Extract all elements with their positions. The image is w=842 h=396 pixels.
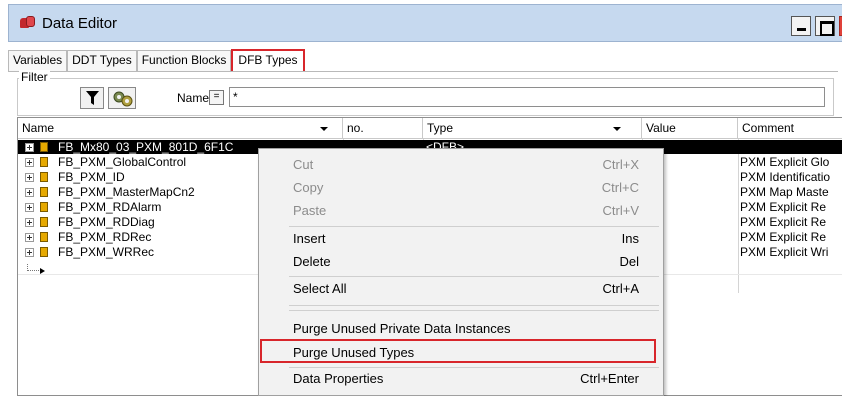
menu-item-label: Purge Unused Private Data Instances [293, 321, 511, 336]
menu-item-shortcut: Ctrl+Enter [580, 371, 639, 386]
tab-bar: Variables DDT Types Function Blocks DFB … [8, 49, 305, 71]
menu-item-label: Paste [293, 203, 327, 218]
sort-arrow-icon [613, 127, 621, 131]
column-comment-label: Comment [742, 121, 795, 135]
grid-header: Name no. Type Value Comment [18, 118, 842, 139]
expand-icon[interactable] [25, 143, 34, 152]
function-block-icon [38, 232, 50, 242]
function-block-icon [38, 172, 50, 182]
name-filter-input[interactable] [229, 87, 825, 107]
menu-item-delete[interactable]: Delete Del [259, 250, 665, 274]
gears-icon [113, 91, 133, 107]
expand-icon[interactable] [25, 233, 34, 242]
function-block-icon [38, 217, 50, 227]
highlight-box [260, 339, 656, 363]
row-name: FB_PXM_RDAlarm [58, 200, 162, 214]
menu-item-shortcut: Ctrl+X [602, 157, 639, 172]
function-block-icon [38, 202, 50, 212]
expand-icon[interactable] [25, 188, 34, 197]
filter-label: Filter [19, 70, 50, 84]
tab-dfb-types[interactable]: DFB Types [231, 49, 305, 71]
column-header-type[interactable]: Type [423, 118, 642, 139]
row-comment: PXM Explicit Re [740, 215, 827, 229]
menu-item-data-properties[interactable]: Data Properties Ctrl+Enter [259, 367, 665, 391]
app-icon [20, 16, 36, 30]
menu-item-label: Delete [293, 254, 331, 269]
menu-separator [289, 305, 659, 306]
tab-variables[interactable]: Variables [8, 50, 68, 71]
menu-item-shortcut: Ctrl+V [602, 203, 639, 218]
row-comment: PXM Explicit Glo [740, 155, 830, 169]
menu-item-label: Insert [293, 231, 326, 246]
name-filter-label: Name [177, 91, 210, 105]
row-comment: PXM Explicit Re [740, 230, 827, 244]
row-comment: PXM Map Maste [740, 185, 829, 199]
menu-item-shortcut: Ctrl+A [602, 281, 639, 296]
row-name: FB_PXM_ID [58, 170, 125, 184]
expand-icon[interactable] [25, 173, 34, 182]
column-type-label: Type [427, 121, 454, 135]
column-value-label: Value [646, 121, 676, 135]
menu-separator [289, 310, 659, 311]
column-header-value[interactable]: Value [642, 118, 738, 139]
tab-divider [8, 71, 838, 72]
sort-arrow-icon [320, 127, 328, 131]
column-header-name[interactable]: Name [18, 118, 343, 139]
expand-icon[interactable] [25, 248, 34, 257]
row-name: FB_PXM_GlobalControl [58, 155, 187, 169]
row-name: FB_Mx80_03_PXM_801D_6F1C [56, 140, 236, 154]
column-no-label: no. [347, 121, 364, 135]
row-name: FB_PXM_RDRec [58, 230, 152, 244]
column-name-label: Name [22, 121, 55, 135]
function-block-icon [38, 157, 50, 167]
menu-item-shortcut: Ctrl+C [601, 180, 639, 195]
expand-icon[interactable] [25, 203, 34, 212]
menu-item-shortcut: Ins [621, 231, 639, 246]
tab-function-blocks[interactable]: Function Blocks [136, 50, 232, 71]
filter-options-button[interactable] [108, 87, 136, 109]
filter-funnel-button[interactable] [80, 87, 104, 109]
column-header-comment[interactable]: Comment [738, 118, 842, 139]
maximize-button[interactable] [815, 16, 835, 36]
menu-item-insert[interactable]: Insert Ins [259, 227, 665, 251]
row-name: FB_PXM_MasterMapCn2 [58, 185, 195, 199]
row-name: FB_PXM_WRRec [58, 245, 155, 259]
menu-item-label: Select All [293, 281, 347, 296]
function-block-icon [38, 142, 50, 152]
expand-icon[interactable] [25, 158, 34, 167]
tab-ddt-types[interactable]: DDT Types [67, 50, 137, 71]
window-title: Data Editor [42, 15, 118, 32]
function-block-icon [38, 247, 50, 257]
menu-item-paste[interactable]: Paste Ctrl+V [259, 199, 665, 223]
function-block-icon [38, 187, 50, 197]
row-comment: PXM Explicit Re [740, 200, 827, 214]
row-name: FB_PXM_RDDiag [58, 215, 155, 229]
menu-item-label: Data Properties [293, 371, 384, 386]
minimize-button[interactable] [791, 16, 811, 36]
row-comment: PXM Explicit Wri [740, 245, 829, 259]
new-row-arrow-icon [27, 264, 45, 274]
expand-icon[interactable] [25, 218, 34, 227]
menu-item-shortcut: Del [619, 254, 639, 269]
menu-item-label: Cut [293, 157, 314, 172]
menu-item-purge-private-data[interactable]: Purge Unused Private Data Instances [259, 317, 665, 341]
menu-item-cut[interactable]: Cut Ctrl+X [259, 153, 665, 177]
equals-operator-button[interactable]: = [209, 90, 224, 105]
column-header-no[interactable]: no. [343, 118, 423, 139]
menu-item-copy[interactable]: Copy Ctrl+C [259, 176, 665, 200]
funnel-icon [86, 91, 99, 105]
title-bar[interactable]: Data Editor x [8, 4, 842, 42]
menu-item-label: Copy [293, 180, 324, 195]
menu-item-select-all[interactable]: Select All Ctrl+A [259, 277, 665, 301]
row-comment: PXM Identificatio [740, 170, 831, 184]
